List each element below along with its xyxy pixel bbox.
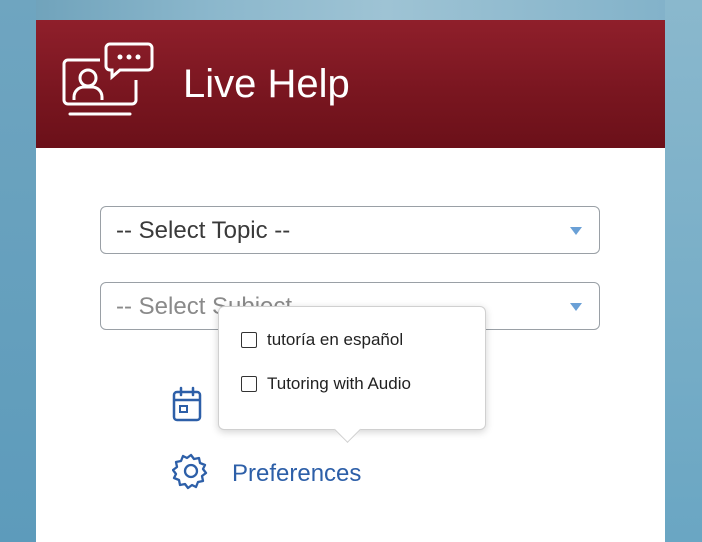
audio-tutoring-label: Tutoring with Audio: [267, 374, 411, 393]
chevron-down-icon: [570, 227, 582, 235]
language-preferences-popover: tutoría en español Tutoring with Audio: [218, 306, 486, 443]
background-left: [0, 0, 36, 542]
preferences-label: Preferences: [232, 459, 362, 487]
preferences-link[interactable]: Preferences: [171, 452, 362, 495]
live-help-panel: Live Help -- Select Topic -- -- Select S…: [36, 20, 665, 542]
chat-support-icon: [60, 38, 158, 122]
topic-select[interactable]: -- Select Topic --: [100, 206, 600, 254]
spanish-tutoring-label: tutoría en español: [267, 330, 404, 349]
page-title: Live Help: [183, 62, 350, 106]
background-top: [0, 0, 702, 20]
audio-tutoring-checkbox[interactable]: [241, 376, 257, 392]
calendar-icon: [172, 386, 202, 427]
option-spanish-tutoring[interactable]: tutoría en español: [241, 330, 403, 350]
chevron-down-icon: [570, 303, 582, 311]
panel-header: Live Help: [36, 20, 665, 148]
popover-caret: [334, 416, 361, 443]
spanish-tutoring-checkbox[interactable]: [241, 332, 257, 348]
gear-icon: [171, 452, 210, 495]
background-right: [665, 0, 702, 542]
option-audio-tutoring[interactable]: Tutoring with Audio: [241, 374, 411, 394]
topic-select-value: -- Select Topic --: [116, 217, 291, 244]
